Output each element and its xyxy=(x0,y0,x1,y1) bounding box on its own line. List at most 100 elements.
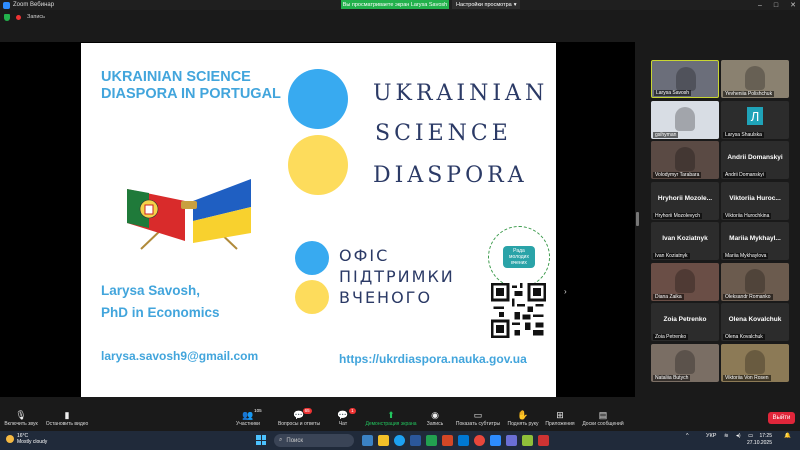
record-icon: ◉ xyxy=(431,409,439,420)
video-feed xyxy=(675,106,695,131)
captions-icon: ▭ xyxy=(473,409,483,420)
powerpoint-icon[interactable] xyxy=(442,435,453,446)
logo-word: DIASPORA xyxy=(373,163,528,188)
gallery-scrollbar[interactable] xyxy=(636,212,639,226)
video-feed xyxy=(745,66,765,90)
wifi-icon[interactable]: ≋ xyxy=(724,433,729,439)
participant-tile[interactable]: Ivan Koziatnyk Ivan Koziatnyk xyxy=(651,222,719,260)
camera-icon: ▮ xyxy=(64,409,70,420)
participant-display-name: Hryhorii Mozole... xyxy=(657,194,713,202)
share-banner: Вы просматриваете экран Larysa Savosh xyxy=(341,0,449,9)
participant-name-label: Hryhorii Mozolevych xyxy=(653,212,703,219)
notifications-icon[interactable]: 🔔 xyxy=(784,433,791,439)
outlook-icon[interactable] xyxy=(458,435,469,446)
participant-tile[interactable]: Viktoriia Von Rosen xyxy=(721,343,789,382)
qa-button[interactable]: 💬 65 Вопросы и ответы xyxy=(276,405,322,431)
windows-taskbar: 16°C Mostly cloudy ⌕ Поиск ^ УКР ≋ ◂) ▭ … xyxy=(0,431,800,450)
search-icon: ⌕ xyxy=(279,437,283,443)
excel-icon[interactable] xyxy=(426,435,437,446)
video-feed xyxy=(745,349,765,374)
record-button[interactable]: ◉ Запись xyxy=(424,405,446,431)
chat-button[interactable]: 💬 1 Чат xyxy=(334,405,356,431)
presenter-degree: PhD in Economics xyxy=(101,305,220,320)
participant-tile[interactable]: Andrii Domanskyi Andrii Domanskyi xyxy=(721,141,789,179)
share-screen-button[interactable]: ⬆ Демонстрация экрана xyxy=(362,405,420,431)
participant-name-label: Mariia Mykhaylova xyxy=(723,253,769,259)
whiteboard-button[interactable]: ▤ Доски сообщений xyxy=(580,405,626,431)
zoom-taskbar-icon[interactable] xyxy=(490,435,501,446)
council-badge-label: Рада молодих вчених xyxy=(503,246,535,268)
participant-name-label: Yevheniia Polishchuk xyxy=(723,91,775,97)
minimize-button[interactable]: – xyxy=(758,2,762,9)
participant-tile[interactable]: Larysa Savosh xyxy=(651,60,719,98)
participant-tile[interactable]: Oleksandr Romanko xyxy=(721,262,789,301)
task-view-icon[interactable] xyxy=(362,435,373,446)
participant-name-label: Oleksandr Romanko xyxy=(723,293,773,300)
qr-code-image xyxy=(491,283,546,338)
acrobat-icon[interactable] xyxy=(538,435,549,446)
view-options-button[interactable]: Настройки просмотра ▾ xyxy=(452,0,521,9)
close-button[interactable]: ✕ xyxy=(790,1,796,9)
logo-word: UKRAINIAN xyxy=(373,81,549,106)
website-url: https://ukrdiaspora.nauka.gov.ua xyxy=(339,352,527,366)
video-feed xyxy=(745,268,765,293)
participant-name-label: Viktoriia Hurochkina xyxy=(723,212,772,219)
participants-icon: 👥 105 xyxy=(242,407,262,420)
participant-tile[interactable]: gsihyman xyxy=(651,100,719,139)
participant-tile[interactable]: Hryhorii Mozole... Hryhorii Mozolevych xyxy=(651,181,719,220)
presenter-email: larysa.savosh9@gmail.com xyxy=(101,349,259,363)
council-badge: Рада молодих вчених xyxy=(488,226,550,288)
raise-hand-button[interactable]: ✋ Поднять руку xyxy=(506,405,540,431)
recording-icon xyxy=(16,14,21,20)
windows-logo-icon xyxy=(256,435,261,440)
participant-name-label: Andrii Domanskyi xyxy=(723,172,766,178)
tray-overflow-icon[interactable]: ^ xyxy=(686,433,689,439)
maximize-button[interactable]: □ xyxy=(774,2,778,9)
participant-name-label: Larysa Shaulska xyxy=(723,131,764,138)
shield-icon[interactable] xyxy=(4,13,10,21)
logo-word: SCIENCE xyxy=(375,121,512,146)
participant-tile[interactable]: Л Larysa Shaulska xyxy=(721,100,789,139)
leave-button[interactable]: Выйти xyxy=(768,412,795,424)
video-feed xyxy=(675,268,695,293)
participant-tile[interactable]: Viktoriia Huroc... Viktoriia Hurochkina xyxy=(721,181,789,220)
file-explorer-icon[interactable] xyxy=(378,435,389,446)
stop-video-button[interactable]: ▮ Остановить видео xyxy=(44,405,90,431)
unmute-button[interactable]: 🎙 Включить звук xyxy=(4,405,38,431)
office-yellow-circle xyxy=(295,280,329,314)
apps-icon: ⊞ xyxy=(556,409,564,420)
word-icon[interactable] xyxy=(410,435,421,446)
participant-tile[interactable]: Yevheniia Polishchuk xyxy=(721,60,789,98)
weather-widget[interactable]: 16°C Mostly cloudy xyxy=(6,433,47,445)
title-bar: Zoom Вебинар Вы просматриваете экран Lar… xyxy=(0,0,800,10)
start-button[interactable] xyxy=(256,435,266,445)
app-icon[interactable] xyxy=(522,435,533,446)
teams-icon[interactable] xyxy=(506,435,517,446)
chat-icon: 💬 1 xyxy=(337,407,356,420)
logo-yellow-circle xyxy=(288,135,348,195)
language-indicator[interactable]: УКР xyxy=(706,433,716,439)
participant-tile[interactable]: Nataliia Butych xyxy=(651,343,719,382)
edge-browser-icon[interactable] xyxy=(394,435,405,446)
participant-tile[interactable]: Diana Zaika xyxy=(651,262,719,301)
volume-icon[interactable]: ◂) xyxy=(736,433,741,439)
logo-blue-circle xyxy=(288,69,348,129)
participants-button[interactable]: 👥 105 Участники xyxy=(232,405,264,431)
taskbar-search[interactable]: ⌕ Поиск xyxy=(274,434,354,447)
participant-name-label: Ivan Koziatnyk xyxy=(653,253,690,259)
qa-icon: 💬 65 xyxy=(293,407,312,420)
participant-tile[interactable]: Olena Kovalchuk Olena Kovalchuk xyxy=(721,303,789,341)
office-word: ОФІС xyxy=(339,246,390,265)
taskbar-clock[interactable]: 17:25 27.10.2025 xyxy=(747,433,772,447)
participant-tile[interactable]: Zoia Petrenko Zoia Petrenko xyxy=(651,303,719,341)
captions-button[interactable]: ▭ Показать субтитры xyxy=(454,405,502,431)
video-feed xyxy=(675,147,695,171)
next-page-arrow-icon[interactable]: › xyxy=(564,287,567,296)
presentation-slide: UKRAINIAN SCIENCE DIASPORA IN PORTUGAL U… xyxy=(81,43,556,397)
participant-tile[interactable]: Mariia Mykhayl... Mariia Mykhaylova xyxy=(721,222,789,260)
meeting-toolbar: 🎙 Включить звук ▮ Остановить видео 👥 105 … xyxy=(0,405,800,431)
meeting-status-bar: Запись xyxy=(0,10,800,24)
apps-button[interactable]: ⊞ Приложения xyxy=(544,405,576,431)
participant-tile[interactable]: Volodymyr Tarabara xyxy=(651,141,719,179)
chrome-icon[interactable] xyxy=(474,435,485,446)
